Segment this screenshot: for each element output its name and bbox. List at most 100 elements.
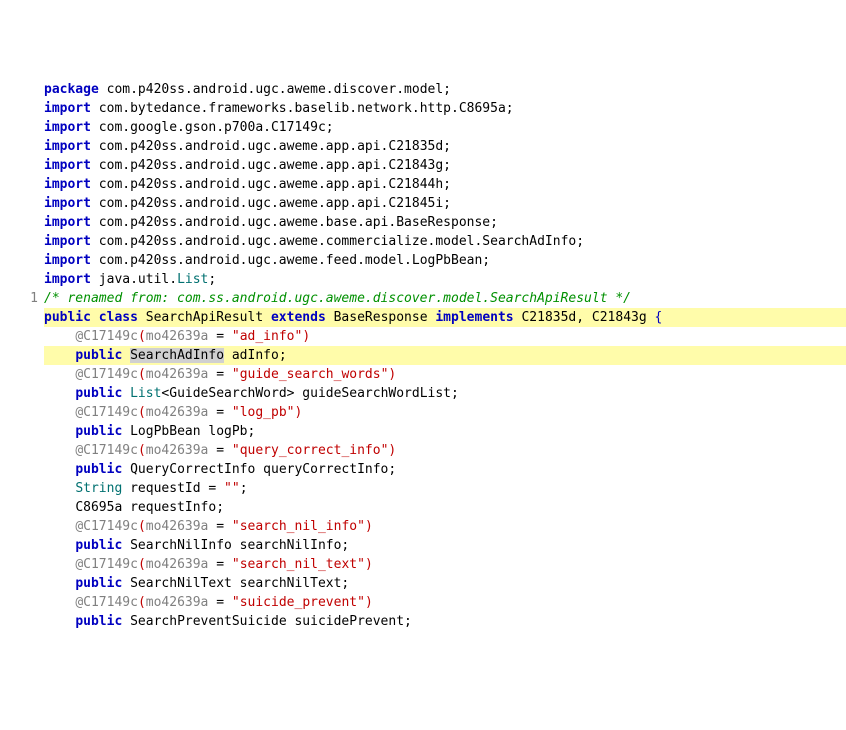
gutter (0, 346, 44, 365)
token-str: "suicide_prevent" (232, 595, 365, 610)
gutter (0, 403, 44, 422)
code-line: import java.util.List; (0, 270, 846, 289)
token-plain: com.p420ss.android.ugc.aweme.app.api.C21… (91, 139, 451, 154)
code-line: String requestId = ""; (0, 479, 846, 498)
code-content: public SearchNilText searchNilText; (44, 574, 846, 593)
token-paren-red: ) (388, 367, 396, 382)
token-hl-word: SearchAdInfo (130, 348, 224, 363)
token-plain: = (208, 443, 231, 458)
code-line: import com.p420ss.android.ugc.aweme.app.… (0, 156, 846, 175)
token-plain: BaseResponse (326, 310, 436, 325)
token-kw: package (44, 82, 99, 97)
token-plain: com.p420ss.android.ugc.aweme.app.api.C21… (91, 196, 451, 211)
token-kw: public (75, 614, 122, 629)
token-kw: public (75, 386, 122, 401)
gutter (0, 156, 44, 175)
token-plain: com.p420ss.android.ugc.aweme.app.api.C21… (91, 158, 451, 173)
token-kw: import (44, 158, 91, 173)
gutter (0, 99, 44, 118)
code-line: public LogPbBean logPb; (0, 422, 846, 441)
code-content: String requestId = ""; (44, 479, 846, 498)
gutter (0, 194, 44, 213)
token-plain: com.p420ss.android.ugc.aweme.discover.mo… (99, 82, 451, 97)
token-anno: @C17149c (75, 443, 138, 458)
token-str: "search_nil_info" (232, 519, 365, 534)
code-line: @C17149c(mo42639a = "query_correct_info"… (0, 441, 846, 460)
code-line: @C17149c(mo42639a = "search_nil_text") (0, 555, 846, 574)
token-kw: import (44, 139, 91, 154)
token-str: "" (224, 481, 240, 496)
token-paren-red: ) (388, 443, 396, 458)
token-plain: SearchNilText searchNilText; (122, 576, 349, 591)
token-kw: import (44, 177, 91, 192)
token-paren-blue: { (655, 310, 663, 325)
code-line: C8695a requestInfo; (0, 498, 846, 517)
code-line: public class SearchApiResult extends Bas… (0, 308, 846, 327)
token-num-anno: mo42639a (146, 405, 209, 420)
token-paren-red: ) (302, 329, 310, 344)
token-plain: SearchNilInfo searchNilInfo; (122, 538, 349, 553)
gutter (0, 118, 44, 137)
token-plain: QueryCorrectInfo queryCorrectInfo; (122, 462, 396, 477)
token-kw: public (75, 538, 122, 553)
gutter (0, 365, 44, 384)
token-type: List (177, 272, 208, 287)
gutter (0, 251, 44, 270)
token-paren-red: ( (138, 595, 146, 610)
token-str: "guide_search_words" (232, 367, 389, 382)
gutter (0, 555, 44, 574)
code-content: public LogPbBean logPb; (44, 422, 846, 441)
code-line: public SearchPreventSuicide suicidePreve… (0, 612, 846, 631)
token-kw: public (75, 462, 122, 477)
token-anno: @C17149c (75, 595, 138, 610)
token-plain: = (208, 405, 231, 420)
code-line: import com.p420ss.android.ugc.aweme.app.… (0, 175, 846, 194)
token-paren-red: ) (295, 405, 303, 420)
gutter (0, 479, 44, 498)
code-content: import com.google.gson.p700a.C17149c; (44, 118, 846, 137)
token-plain: = (208, 329, 231, 344)
token-plain: C21835d, C21843g (514, 310, 655, 325)
gutter (0, 384, 44, 403)
token-kw: import (44, 253, 91, 268)
token-plain: requestId = (122, 481, 224, 496)
gutter (0, 80, 44, 99)
gutter (0, 175, 44, 194)
code-content: public SearchPreventSuicide suicidePreve… (44, 612, 846, 631)
code-content: C8695a requestInfo; (44, 498, 846, 517)
token-kw: public (75, 576, 122, 591)
token-kw: public class (44, 310, 138, 325)
code-line: public SearchNilInfo searchNilInfo; (0, 536, 846, 555)
token-paren-red: ( (138, 443, 146, 458)
code-content: @C17149c(mo42639a = "ad_info") (44, 327, 846, 346)
token-type: List (130, 386, 161, 401)
code-line: import com.p420ss.android.ugc.aweme.base… (0, 213, 846, 232)
code-content: public class SearchApiResult extends Bas… (44, 308, 846, 327)
token-paren-red: ( (138, 405, 146, 420)
gutter (0, 612, 44, 631)
token-num-anno: mo42639a (146, 329, 209, 344)
code-line: 1/* renamed from: com.ss.android.ugc.awe… (0, 289, 846, 308)
gutter (0, 441, 44, 460)
gutter (0, 498, 44, 517)
token-str: "ad_info" (232, 329, 302, 344)
code-line: @C17149c(mo42639a = "ad_info") (0, 327, 846, 346)
token-kw: import (44, 101, 91, 116)
token-kw: import (44, 196, 91, 211)
gutter (0, 536, 44, 555)
token-plain: SearchApiResult (138, 310, 271, 325)
code-line: import com.p420ss.android.ugc.aweme.comm… (0, 232, 846, 251)
code-content: public SearchAdInfo adInfo; (44, 346, 846, 365)
token-num-anno: mo42639a (146, 367, 209, 382)
token-kw: import (44, 272, 91, 287)
gutter (0, 308, 44, 327)
token-num-anno: mo42639a (146, 595, 209, 610)
code-content: import com.p420ss.android.ugc.aweme.app.… (44, 137, 846, 156)
gutter (0, 213, 44, 232)
token-plain: = (208, 557, 231, 572)
token-plain: ; (240, 481, 248, 496)
code-content: @C17149c(mo42639a = "search_nil_info") (44, 517, 846, 536)
token-str: "search_nil_text" (232, 557, 365, 572)
code-content: @C17149c(mo42639a = "suicide_prevent") (44, 593, 846, 612)
token-plain: com.p420ss.android.ugc.aweme.base.api.Ba… (91, 215, 498, 230)
